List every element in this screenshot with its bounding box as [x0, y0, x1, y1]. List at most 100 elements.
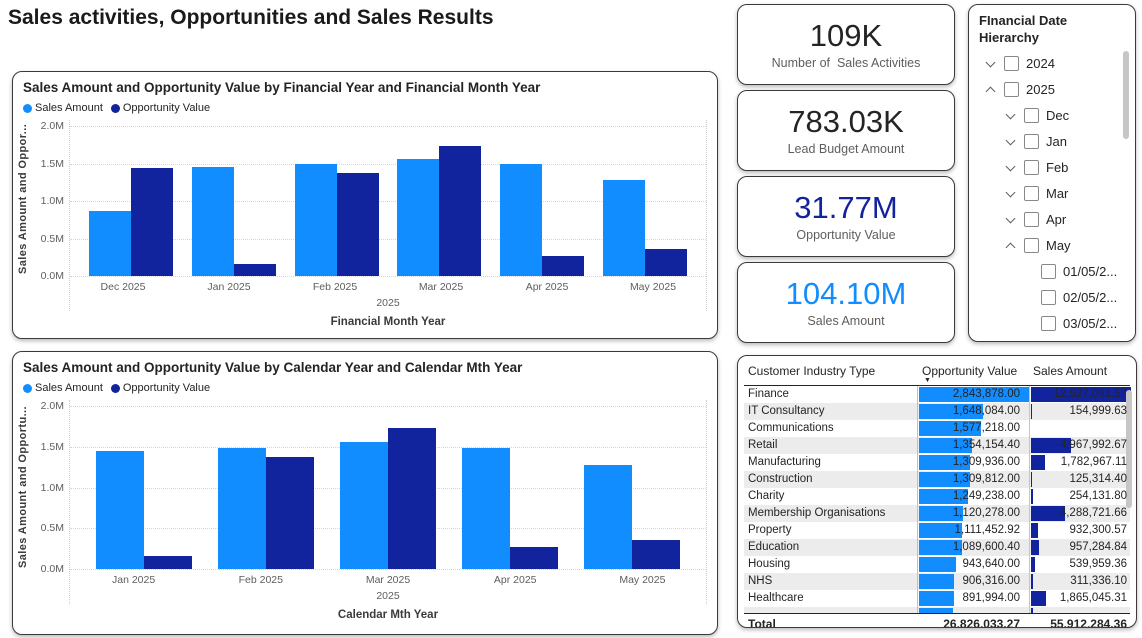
bar-opportunity-value[interactable] [645, 249, 687, 276]
slicer-scrollbar[interactable] [1123, 51, 1129, 139]
tree-item-jan[interactable]: Jan [969, 129, 1135, 155]
bar-group-may-2025[interactable] [584, 406, 680, 569]
table-row[interactable]: Finance2,843,878.0012,527,091.57 [744, 386, 1130, 403]
bar-sales-amount[interactable] [500, 164, 542, 276]
bar-opportunity-value[interactable] [510, 547, 558, 569]
table-row[interactable]: IT Consultancy1,648,084.00154,999.63 [744, 403, 1130, 420]
chevron-down-icon[interactable] [1005, 110, 1017, 122]
checkbox[interactable] [1041, 264, 1056, 279]
tree-item-2025[interactable]: 2025 [969, 77, 1135, 103]
sales-amount-text: 1,782,967.11 [1061, 456, 1127, 468]
bar-sales-amount[interactable] [96, 451, 144, 569]
sales-amount-cell [1029, 607, 1130, 613]
sales-amount-text: 957,284.84 [1069, 541, 1127, 553]
bar-opportunity-value[interactable] [131, 168, 173, 276]
checkbox[interactable] [1041, 290, 1056, 305]
table-row[interactable]: Property1,111,452.92932,300.57 [744, 522, 1130, 539]
legend-item-opportunity-value[interactable]: Opportunity Value [111, 382, 210, 394]
tree-item-2024[interactable]: 2024 [969, 51, 1135, 77]
industry-cell: Charity [744, 488, 917, 505]
table-row[interactable]: NHS906,316.00311,336.10 [744, 573, 1130, 590]
tree-item-dec[interactable]: Dec [969, 103, 1135, 129]
bar-group-mar-2025[interactable] [397, 126, 481, 276]
bar-group-may-2025[interactable] [603, 126, 687, 276]
bar-sales-amount[interactable] [340, 442, 388, 569]
checkbox[interactable] [1041, 316, 1056, 331]
kpi-label: Number of Sales Activities [772, 56, 921, 70]
industry-cell: Property [744, 522, 917, 539]
checkbox[interactable] [1024, 186, 1039, 201]
table-row[interactable]: Charity1,249,238.00254,131.80 [744, 488, 1130, 505]
x-axis-tick-label: May 2025 [600, 281, 706, 293]
bar-opportunity-value[interactable] [439, 146, 481, 276]
bar-sales-amount[interactable] [89, 211, 131, 276]
bar-sales-amount[interactable] [462, 448, 510, 569]
chevron-down-icon[interactable] [985, 58, 997, 70]
checkbox[interactable] [1004, 82, 1019, 97]
bar-opportunity-value[interactable] [144, 556, 192, 569]
checkbox[interactable] [1004, 56, 1019, 71]
table-row[interactable]: Construction1,309,812.00125,314.40 [744, 471, 1130, 488]
checkbox[interactable] [1024, 238, 1039, 253]
tree-item-mar[interactable]: Mar [969, 181, 1135, 207]
bar-group-mar-2025[interactable] [340, 406, 436, 569]
tree-item-label: 2025 [1026, 82, 1055, 97]
legend-item-sales-amount[interactable]: Sales Amount [23, 102, 103, 114]
table-row[interactable]: Housing943,640.00539,959.36 [744, 556, 1130, 573]
bar-sales-amount[interactable] [192, 167, 234, 276]
bar-group-jan-2025[interactable] [192, 126, 276, 276]
total-opportunity-value: 26,826,033.27 [917, 614, 1029, 628]
industry-cell: IT Consultancy [744, 403, 917, 420]
bar-opportunity-value[interactable] [542, 256, 584, 276]
column-header-sales-amount[interactable]: Sales Amount [1029, 364, 1130, 383]
industry-cell: Manufacturing [744, 454, 917, 471]
table-row[interactable]: Membership Organisations1,120,278.004,28… [744, 505, 1130, 522]
opportunity-value-text: 1,120,278.00 [953, 507, 1020, 519]
tree-item-02-05-2-[interactable]: 02/05/2... [969, 285, 1135, 311]
tree-item-03-05-2-[interactable]: 03/05/2... [969, 311, 1135, 337]
bar-group-jan-2025[interactable] [96, 406, 192, 569]
column-header-opportunity-value[interactable]: Opportunity Value ▼ [917, 364, 1029, 383]
bar-group-apr-2025[interactable] [500, 126, 584, 276]
bar-opportunity-value[interactable] [337, 173, 379, 276]
chevron-down-icon[interactable] [1005, 136, 1017, 148]
checkbox[interactable] [1024, 108, 1039, 123]
bar-sales-amount[interactable] [295, 164, 337, 276]
bar-opportunity-value[interactable] [388, 428, 436, 569]
checkbox[interactable] [1024, 212, 1039, 227]
chevron-down-icon[interactable] [1005, 162, 1017, 174]
tree-item-may[interactable]: May [969, 233, 1135, 259]
bar-group-feb-2025[interactable] [218, 406, 314, 569]
chevron-up-icon[interactable] [985, 84, 997, 96]
bar-opportunity-value[interactable] [234, 264, 276, 276]
sales-amount-cell: 932,300.57 [1029, 522, 1130, 539]
bars-layer [70, 126, 706, 276]
table-row[interactable] [744, 607, 1130, 613]
opportunity-data-bar [919, 591, 954, 606]
tree-item-feb[interactable]: Feb [969, 155, 1135, 181]
bar-sales-amount[interactable] [584, 465, 632, 569]
legend-item-opportunity-value[interactable]: Opportunity Value [111, 102, 210, 114]
checkbox[interactable] [1024, 134, 1039, 149]
bar-sales-amount[interactable] [603, 180, 645, 276]
table-row[interactable]: Education1,089,600.40957,284.84 [744, 539, 1130, 556]
bar-sales-amount[interactable] [218, 448, 266, 569]
bar-group-apr-2025[interactable] [462, 406, 558, 569]
bar-group-dec-2025[interactable] [89, 126, 173, 276]
table-row[interactable]: Retail1,354,154.404,967,992.67 [744, 437, 1130, 454]
chevron-up-icon[interactable] [1005, 240, 1017, 252]
table-row[interactable]: Healthcare891,994.001,865,045.31 [744, 590, 1130, 607]
chevron-down-icon[interactable] [1005, 214, 1017, 226]
checkbox[interactable] [1024, 160, 1039, 175]
tree-item-01-05-2-[interactable]: 01/05/2... [969, 259, 1135, 285]
bar-opportunity-value[interactable] [266, 457, 314, 569]
legend-item-sales-amount[interactable]: Sales Amount [23, 382, 103, 394]
table-row[interactable]: Communications1,577,218.00 [744, 420, 1130, 437]
table-row[interactable]: Manufacturing1,309,936.001,782,967.11 [744, 454, 1130, 471]
bar-group-feb-2025[interactable] [295, 126, 379, 276]
tree-item-apr[interactable]: Apr [969, 207, 1135, 233]
column-header-customer-industry-type[interactable]: Customer Industry Type [744, 364, 917, 383]
bar-sales-amount[interactable] [397, 159, 439, 276]
bar-opportunity-value[interactable] [632, 540, 680, 569]
chevron-down-icon[interactable] [1005, 188, 1017, 200]
